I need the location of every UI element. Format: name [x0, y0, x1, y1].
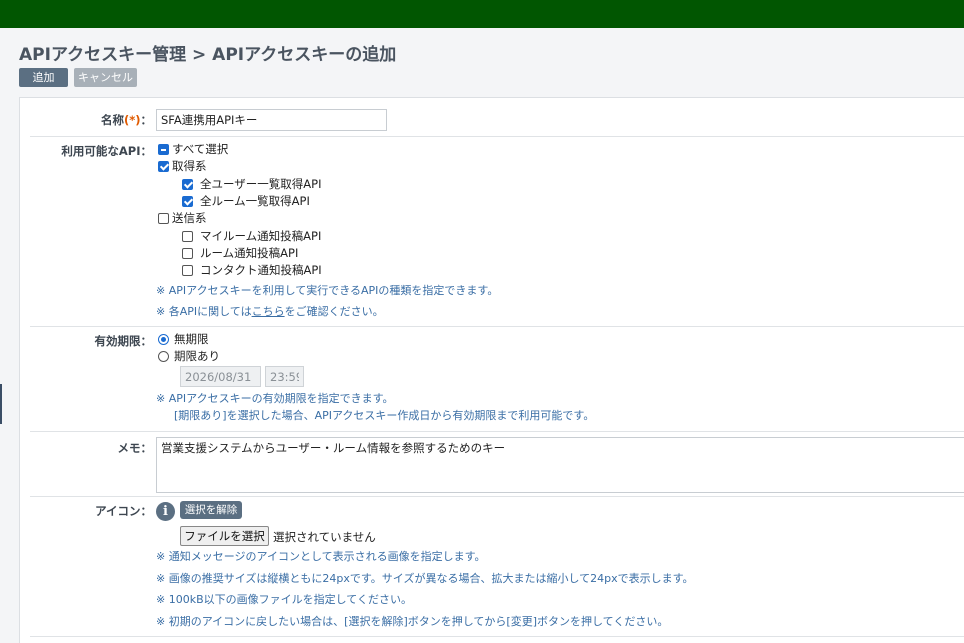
api-contact-post-label: コンタクト通知投稿API: [200, 263, 322, 277]
divider: [30, 136, 964, 137]
api-group-send-label: 送信系: [172, 211, 207, 225]
api-room-post-label: ルーム通知投稿API: [200, 246, 299, 260]
api-group-get-checkbox[interactable]: [158, 161, 169, 172]
api-contact-post-checkbox[interactable]: [182, 265, 193, 276]
page-title: APIアクセスキー管理 > APIアクセスキーの追加: [19, 45, 397, 65]
api-all-rooms-label: 全ルーム一覧取得API: [200, 194, 310, 208]
api-all-rooms-checkbox[interactable]: [182, 196, 193, 207]
api-docs-link[interactable]: こちら: [252, 305, 285, 318]
clear-selection-button[interactable]: 選択を解除: [180, 501, 242, 519]
icon-label: アイコン：: [95, 504, 152, 518]
name-label: 名称(*)：: [100, 113, 152, 127]
divider: [30, 496, 964, 497]
file-status-text: 選択されていません: [273, 530, 376, 544]
icon-note: ※ 画像の推奨サイズは縦横ともに24pxです。サイズが異なる場合、拡大または縮小…: [156, 572, 694, 585]
main-content: APIアクセスキー管理 > APIアクセスキーの追加 追加 キャンセル 名称(*…: [0, 28, 964, 643]
icon-note: ※ 通知メッセージのアイコンとして表示される画像を指定します。: [156, 550, 486, 563]
memo-textarea[interactable]: 営業支援システムからユーザー・ルーム情報を参照するためのキー: [156, 437, 964, 493]
name-input[interactable]: [156, 109, 387, 131]
expiry-note: ※ APIアクセスキーの有効期限を指定できます。: [156, 392, 394, 405]
form-panel: 名称(*)： 利用可能なAPI： すべて選択 取得系 全ユーザー一覧取得API …: [19, 97, 964, 643]
api-room-post-checkbox[interactable]: [182, 248, 193, 259]
expiry-limited-radio[interactable]: [158, 351, 169, 362]
expiry-unlimited-label: 無期限: [174, 332, 209, 346]
top-header-bar: [0, 0, 964, 28]
api-all-users-checkbox[interactable]: [182, 179, 193, 190]
api-link-note: ※ 各APIに関してはこちらをご確認ください。: [156, 305, 384, 318]
memo-label: メモ：: [117, 441, 153, 455]
api-all-users-label: 全ユーザー一覧取得API: [200, 177, 322, 191]
divider: [30, 431, 964, 432]
info-icon[interactable]: i: [156, 502, 175, 521]
api-myroom-post-label: マイルーム通知投稿API: [200, 229, 322, 243]
expiry-date-input[interactable]: [180, 366, 261, 387]
api-note: ※ APIアクセスキーを利用して実行できるAPIの種類を指定できます。: [156, 284, 499, 297]
add-button[interactable]: 追加: [19, 68, 68, 87]
expiry-time-input[interactable]: [265, 366, 304, 387]
api-group-get-label: 取得系: [172, 159, 207, 173]
api-myroom-post-checkbox[interactable]: [182, 231, 193, 242]
cancel-button[interactable]: キャンセル: [74, 68, 137, 87]
choose-file-button[interactable]: ファイルを選択: [180, 526, 269, 546]
expiry-unlimited-radio[interactable]: [158, 334, 169, 345]
expiry-label: 有効期限：: [94, 334, 153, 348]
divider: [30, 326, 964, 327]
divider: [30, 636, 964, 637]
expiry-note-detail: [期限あり]を選択した場合、APIアクセスキー作成日から有効期限まで利用可能です…: [174, 409, 595, 422]
select-all-label: すべて選択: [172, 142, 229, 156]
icon-note: ※ 100kB以下の画像ファイルを指定してください。: [156, 593, 412, 606]
icon-note: ※ 初期のアイコンに戻したい場合は、[選択を解除]ボタンを押してから[変更]ボタ…: [156, 615, 669, 628]
scroll-edge-marker: [0, 384, 2, 424]
api-label: 利用可能なAPI：: [61, 144, 152, 158]
expiry-limited-label: 期限あり: [174, 349, 220, 363]
select-all-checkbox[interactable]: [158, 144, 169, 155]
api-group-send-checkbox[interactable]: [158, 213, 169, 224]
